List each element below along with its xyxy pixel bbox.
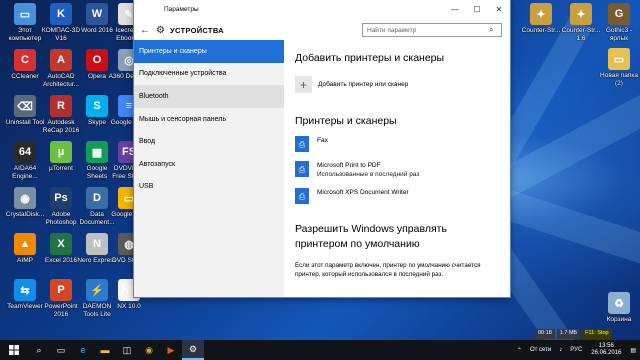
settings-taskbar-icon[interactable]: ⚙ bbox=[182, 340, 204, 360]
counter-strike-16-icon: ✦ bbox=[570, 3, 592, 25]
gear-icon: ⚙ bbox=[156, 24, 165, 36]
opera-icon: O bbox=[86, 49, 108, 71]
desktop-shortcut-label: Counter-Str... bbox=[521, 27, 561, 34]
kompas-icon: K bbox=[50, 3, 72, 25]
overlay-size: 1.7 МБ bbox=[556, 329, 581, 339]
settings-window: Параметры — ☐ ✕ ← ⚙ УСТРОЙСТВА Найти пар… bbox=[134, 0, 510, 297]
printer-name: Microsoft Print to PDF bbox=[317, 162, 381, 169]
taskbar: ⌕ ▭ e ▬ ◫ ◉ ▶ ⚙ ⌃ От сети ♪ РУС 13:56 26… bbox=[0, 340, 640, 360]
aimp-icon: ▲ bbox=[14, 233, 36, 255]
desktop-shortcut-label: Counter-Str... 1.6 bbox=[561, 27, 601, 42]
close-button[interactable]: ✕ bbox=[488, 0, 510, 18]
sidebar-item-mouse-touchpad[interactable]: Мышь и сенсорная панель bbox=[134, 108, 284, 131]
tray-chevron-icon[interactable]: ⌃ bbox=[513, 347, 526, 354]
add-printer-label: Добавить принтер или сканер bbox=[318, 81, 409, 88]
printer-item-xps-writer[interactable]: ⎙ Microsoft XPS Document Writer bbox=[295, 188, 510, 204]
window-title: Параметры bbox=[164, 5, 199, 13]
printer-item-fax[interactable]: ⎙ Fax bbox=[295, 136, 510, 152]
search-input[interactable]: Найти параметр ⌕ bbox=[362, 23, 502, 37]
uninstall-tool-icon: ⌫ bbox=[14, 95, 36, 117]
desktop-shortcut-label: NX 10.0 bbox=[117, 303, 141, 310]
file-explorer-icon[interactable]: ▬ bbox=[94, 340, 116, 360]
skype-icon: S bbox=[86, 95, 108, 117]
computer-icon: ▭ bbox=[14, 3, 36, 25]
search-taskbar-icon[interactable]: ⌕ bbox=[28, 340, 50, 360]
default-printer-heading: Разрешить Windows управлять принтером по… bbox=[295, 223, 447, 250]
settings-sidebar: Принтеры и сканеры Подключенные устройст… bbox=[134, 40, 284, 297]
printers-heading: Принтеры и сканеры bbox=[295, 115, 397, 127]
recap-icon: R bbox=[50, 95, 72, 117]
media-icon[interactable]: ▶ bbox=[160, 340, 182, 360]
new-folder-icon: ▭ bbox=[608, 48, 630, 70]
utorrent-icon: µ bbox=[50, 141, 72, 163]
overlay-time: 00:18 bbox=[535, 329, 555, 339]
sidebar-item-printers[interactable]: Принтеры и сканеры bbox=[134, 40, 284, 63]
volume-icon[interactable]: ♪ bbox=[555, 347, 566, 353]
desktop-shortcut[interactable]: ✦ Counter-Str... bbox=[520, 3, 562, 47]
sidebar-item-autoplay[interactable]: Автозапуск bbox=[134, 153, 284, 176]
counter-strike-icon: ✦ bbox=[530, 3, 552, 25]
data-document-icon: D bbox=[86, 187, 108, 209]
printer-icon: ⎙ bbox=[295, 161, 309, 177]
ccleaner-icon: C bbox=[14, 49, 36, 71]
start-button[interactable] bbox=[0, 340, 28, 360]
search-placeholder: Найти параметр bbox=[367, 26, 417, 34]
desktop-shortcut-label: Новая папка (2) bbox=[600, 72, 638, 87]
settings-content: Добавить принтеры и сканеры + Добавить п… bbox=[284, 40, 510, 297]
aida64-icon: 64 bbox=[14, 141, 36, 163]
clock-time: 13:56 bbox=[598, 343, 614, 349]
desktop-shortcut[interactable]: ✦ Counter-Str... 1.6 bbox=[560, 3, 602, 47]
desktop-shortcut-label: Gothic3 - ярлык bbox=[605, 27, 633, 42]
plus-icon: + bbox=[295, 76, 312, 93]
sidebar-item-bluetooth[interactable]: Bluetooth bbox=[134, 85, 284, 108]
add-printer-button[interactable]: + Добавить принтер или сканер bbox=[295, 76, 510, 93]
recycle-bin-icon: ♻ bbox=[608, 292, 630, 314]
minimize-button[interactable]: — bbox=[444, 0, 466, 18]
system-tray: ⌃ От сети ♪ РУС 13:56 26.06.2016 ▤ bbox=[513, 340, 640, 360]
printer-name: Microsoft XPS Document Writer bbox=[317, 189, 409, 196]
photoshop-icon: Ps bbox=[50, 187, 72, 209]
printer-status: Использованные в последний раз bbox=[317, 171, 420, 178]
gothic3-icon: G bbox=[608, 3, 630, 25]
clock-date: 26.06.2016 bbox=[591, 350, 622, 356]
teamviewer-icon: ⇆ bbox=[14, 279, 36, 301]
search-icon[interactable]: ⌕ bbox=[489, 25, 501, 35]
excel-icon: X bbox=[50, 233, 72, 255]
desktop-shortcut-label: Корзина bbox=[606, 316, 632, 323]
google-sheets-icon: ▦ bbox=[86, 141, 108, 163]
maximize-button[interactable]: ☐ bbox=[466, 0, 488, 18]
task-view-icon[interactable]: ▭ bbox=[50, 340, 72, 360]
printer-icon: ⎙ bbox=[295, 136, 309, 152]
sidebar-item-connected-devices[interactable]: Подключенные устройства bbox=[134, 63, 284, 86]
recording-overlay: 00:18 1.7 МБ F11: Stop bbox=[535, 329, 614, 339]
daemon-tools-icon: ⚡ bbox=[86, 279, 108, 301]
sidebar-item-usb[interactable]: USB bbox=[134, 176, 284, 199]
language-indicator[interactable]: РУС bbox=[566, 347, 586, 353]
default-printer-description: Если этот параметр включен, принтер по у… bbox=[295, 262, 481, 278]
printer-item-print-to-pdf[interactable]: ⎙ Microsoft Print to PDF Использованные … bbox=[295, 161, 510, 179]
store-icon[interactable]: ◫ bbox=[116, 340, 138, 360]
title-bar: Параметры — ☐ ✕ bbox=[134, 0, 510, 18]
desktop-shortcut[interactable]: G Gothic3 - ярлык bbox=[598, 3, 640, 47]
section-title: УСТРОЙСТВА bbox=[170, 25, 224, 35]
nero-icon: N bbox=[86, 233, 108, 255]
tray-network-label[interactable]: От сети bbox=[526, 347, 555, 353]
chrome-icon[interactable]: ◉ bbox=[138, 340, 160, 360]
edge-icon[interactable]: e bbox=[72, 340, 94, 360]
settings-header: ← ⚙ УСТРОЙСТВА Найти параметр ⌕ bbox=[134, 18, 510, 42]
sidebar-item-typing[interactable]: Ввод bbox=[134, 130, 284, 153]
word-icon: W bbox=[86, 3, 108, 25]
windows-logo-icon bbox=[9, 345, 19, 355]
crystaldisk-icon: ◉ bbox=[14, 187, 36, 209]
back-arrow-icon[interactable]: ← bbox=[134, 25, 156, 36]
add-printers-heading: Добавить принтеры и сканеры bbox=[295, 52, 445, 64]
notifications-icon[interactable]: ▤ bbox=[626, 347, 640, 354]
powerpoint-icon: P bbox=[50, 279, 72, 301]
printer-icon: ⎙ bbox=[295, 188, 309, 204]
printer-name: Fax bbox=[317, 137, 328, 144]
clock[interactable]: 13:56 26.06.2016 bbox=[586, 343, 626, 357]
overlay-stop[interactable]: F11: Stop bbox=[582, 329, 612, 339]
autocad-icon: A bbox=[50, 49, 72, 71]
desktop-shortcut[interactable]: ▭ Новая папка (2) bbox=[598, 48, 640, 92]
